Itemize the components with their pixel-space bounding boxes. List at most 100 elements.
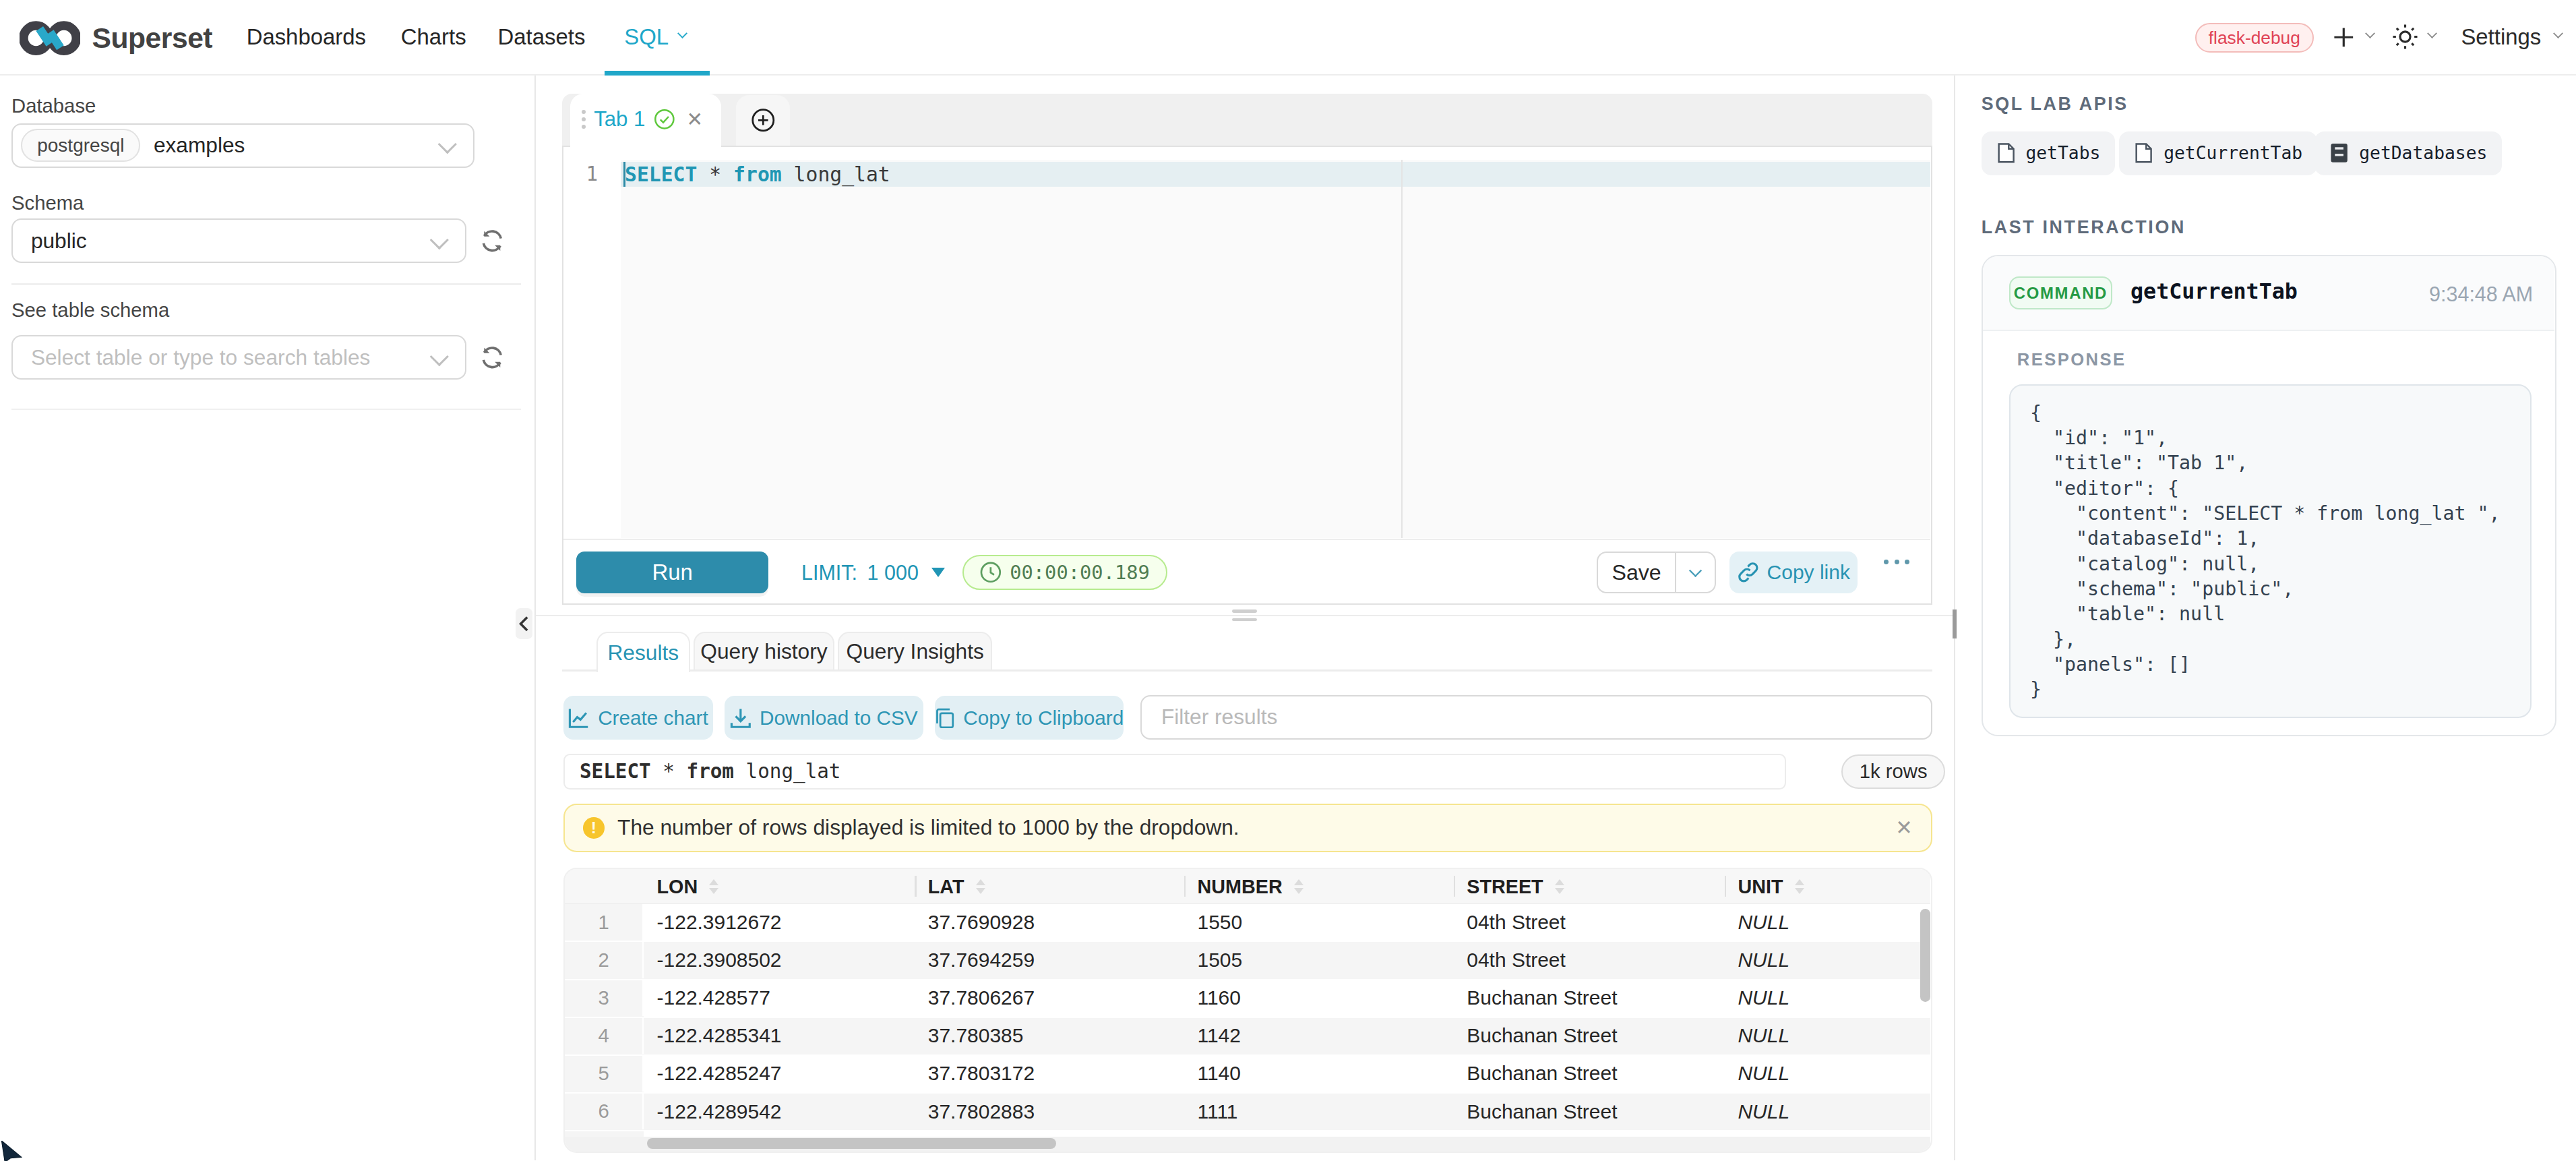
table-select[interactable]: Select table or type to search tables [11, 335, 466, 380]
document-icon [2134, 142, 2153, 164]
results-tab-query-insights[interactable]: Query Insights [838, 632, 992, 670]
filter-results-input[interactable]: Filter results [1140, 695, 1932, 740]
column-header-lat[interactable]: LAT [928, 869, 985, 904]
response-code-block: { "id": "1", "title": "Tab 1", "editor":… [2009, 384, 2532, 718]
column-header-label: LON [657, 876, 698, 898]
interaction-card-header: COMMAND getCurrentTab 9:34:48 AM [1983, 256, 2554, 331]
save-dropdown-button[interactable] [1675, 553, 1715, 592]
row-number: 4 [565, 1018, 644, 1054]
refresh-schema-icon[interactable] [480, 229, 505, 254]
sql-code-editor[interactable]: 1 SELECT * from long_lat [563, 147, 1930, 538]
row-number: 1 [565, 904, 644, 941]
column-header-number[interactable]: NUMBER [1198, 869, 1304, 904]
horizontal-scrollbar[interactable] [565, 1137, 1930, 1152]
run-button[interactable]: Run [576, 552, 768, 593]
save-split-button[interactable]: Save [1597, 552, 1716, 593]
collapse-sidebar-button[interactable] [516, 608, 532, 639]
chevron-down-icon [2365, 28, 2375, 38]
results-tab-results[interactable]: Results [596, 632, 690, 672]
database-select[interactable]: postgresql examples [11, 123, 474, 168]
sort-icon[interactable] [976, 879, 985, 894]
saved-check-icon [654, 109, 675, 130]
download-to-csv-button[interactable]: Download to CSV [725, 696, 923, 740]
save-button[interactable]: Save [1598, 553, 1676, 592]
command-name: getCurrentTab [2130, 279, 2298, 303]
sort-icon[interactable] [709, 879, 718, 894]
api-button-label: getTabs [2025, 143, 2100, 163]
table-cell: 1550 [1198, 904, 1450, 941]
table-header-row: LON LAT NUMBER STREET UNIT [565, 869, 1930, 904]
chevron-left-icon [519, 616, 529, 632]
resize-grip-icon[interactable] [1232, 609, 1257, 621]
sort-icon[interactable] [1294, 879, 1304, 894]
add-tab-button[interactable] [736, 95, 790, 145]
nav-item-datasets[interactable]: Datasets [498, 0, 586, 74]
active-nav-underline [605, 71, 710, 76]
close-tab-icon[interactable]: ✕ [686, 108, 703, 131]
horizontal-scrollbar-thumb[interactable] [647, 1138, 1056, 1149]
row-count-badge: 1k rows [1841, 754, 1945, 789]
limit-label: LIMIT: [801, 561, 857, 585]
print-margin-line [1401, 160, 1403, 538]
limit-value: 1 000 [867, 561, 919, 585]
chevron-down-icon [429, 231, 448, 249]
divider [11, 283, 521, 285]
refresh-tables-icon[interactable] [480, 345, 505, 370]
editor-tab[interactable]: Tab 1 ✕ [570, 94, 721, 146]
action-button-label: Create chart [598, 707, 708, 730]
table-cell: 1140 [1198, 1056, 1450, 1092]
superset-logo-icon [20, 13, 80, 63]
nav-item-charts[interactable]: Charts [401, 0, 466, 74]
results-table: LONLATNUMBERSTREETUNIT 1-122.391267237.7… [563, 868, 1932, 1153]
line-number: 1 [563, 162, 621, 187]
table-cell: NULL [1738, 1018, 1930, 1054]
api-button-label: getCurrentTab [2164, 143, 2302, 163]
new-dropdown[interactable] [2331, 0, 2376, 74]
settings-menu[interactable]: Settings [2461, 0, 2564, 74]
theme-dropdown[interactable] [2392, 0, 2438, 74]
last-interaction-title: LAST INTERACTION [1982, 217, 2186, 238]
vertical-scrollbar-thumb[interactable] [1920, 909, 1930, 1003]
superset-logo[interactable]: Superset [20, 13, 212, 63]
copy-link-button[interactable]: Copy link [1729, 552, 1858, 593]
column-header-lon[interactable]: LON [657, 869, 719, 904]
column-separator [1184, 876, 1186, 897]
drag-handle-icon[interactable] [582, 110, 586, 129]
sql-token: SELECT [625, 162, 697, 186]
nav-item-dashboards[interactable]: Dashboards [247, 0, 366, 74]
sql-token: * [709, 162, 721, 186]
table-cell: -122.3912672 [657, 904, 912, 941]
column-header-unit[interactable]: UNIT [1738, 869, 1804, 904]
table-placeholder: Select table or type to search tables [31, 345, 371, 370]
getTabs-button[interactable]: getTabs [1982, 131, 2116, 175]
row-number: 2 [565, 942, 644, 978]
sort-icon[interactable] [1555, 879, 1564, 894]
results-tab-query-history[interactable]: Query history [694, 632, 835, 670]
schema-select[interactable]: public [11, 218, 466, 263]
table-cell: NULL [1738, 980, 1930, 1017]
close-alert-icon[interactable]: ✕ [1895, 816, 1913, 839]
table-cell: 1111 [1198, 1094, 1450, 1130]
chevron-down-icon [2427, 28, 2437, 38]
more-options-button[interactable] [1884, 560, 1909, 564]
getCurrentTab-button[interactable]: getCurrentTab [2119, 131, 2317, 175]
api-panel: SQL LAB APIS getTabsgetCurrentTabgetData… [1957, 76, 2576, 1160]
sql-token: * [651, 760, 687, 783]
copy-to-clipboard-button[interactable]: Copy to Clipboard [935, 696, 1124, 740]
command-timestamp: 9:34:48 AM [2429, 282, 2533, 306]
executed-query-preview[interactable]: SELECT * from long_lat [563, 754, 1786, 790]
table-cell: -122.3908502 [657, 942, 912, 978]
create-chart-button[interactable]: Create chart [563, 696, 713, 740]
sql-token: long_lat [734, 760, 841, 783]
nav-item-sql[interactable]: SQL [624, 0, 688, 74]
sort-icon[interactable] [1795, 879, 1804, 894]
sql-token: SELECT [580, 760, 651, 783]
limit-dropdown[interactable]: LIMIT: 1 000 [801, 540, 945, 605]
rows-limit-alert: ! The number of rows displayed is limite… [563, 804, 1932, 852]
plus-icon [2331, 25, 2356, 50]
column-header-street[interactable]: STREET [1467, 869, 1564, 904]
sql-line: SELECT * from long_lat [625, 162, 890, 187]
getDatabases-button[interactable]: getDatabases [2314, 131, 2502, 175]
results-tabs: ResultsQuery historyQuery Insights [562, 632, 1932, 670]
navbar: Superset DashboardsChartsDatasetsSQL fla… [0, 0, 2576, 76]
